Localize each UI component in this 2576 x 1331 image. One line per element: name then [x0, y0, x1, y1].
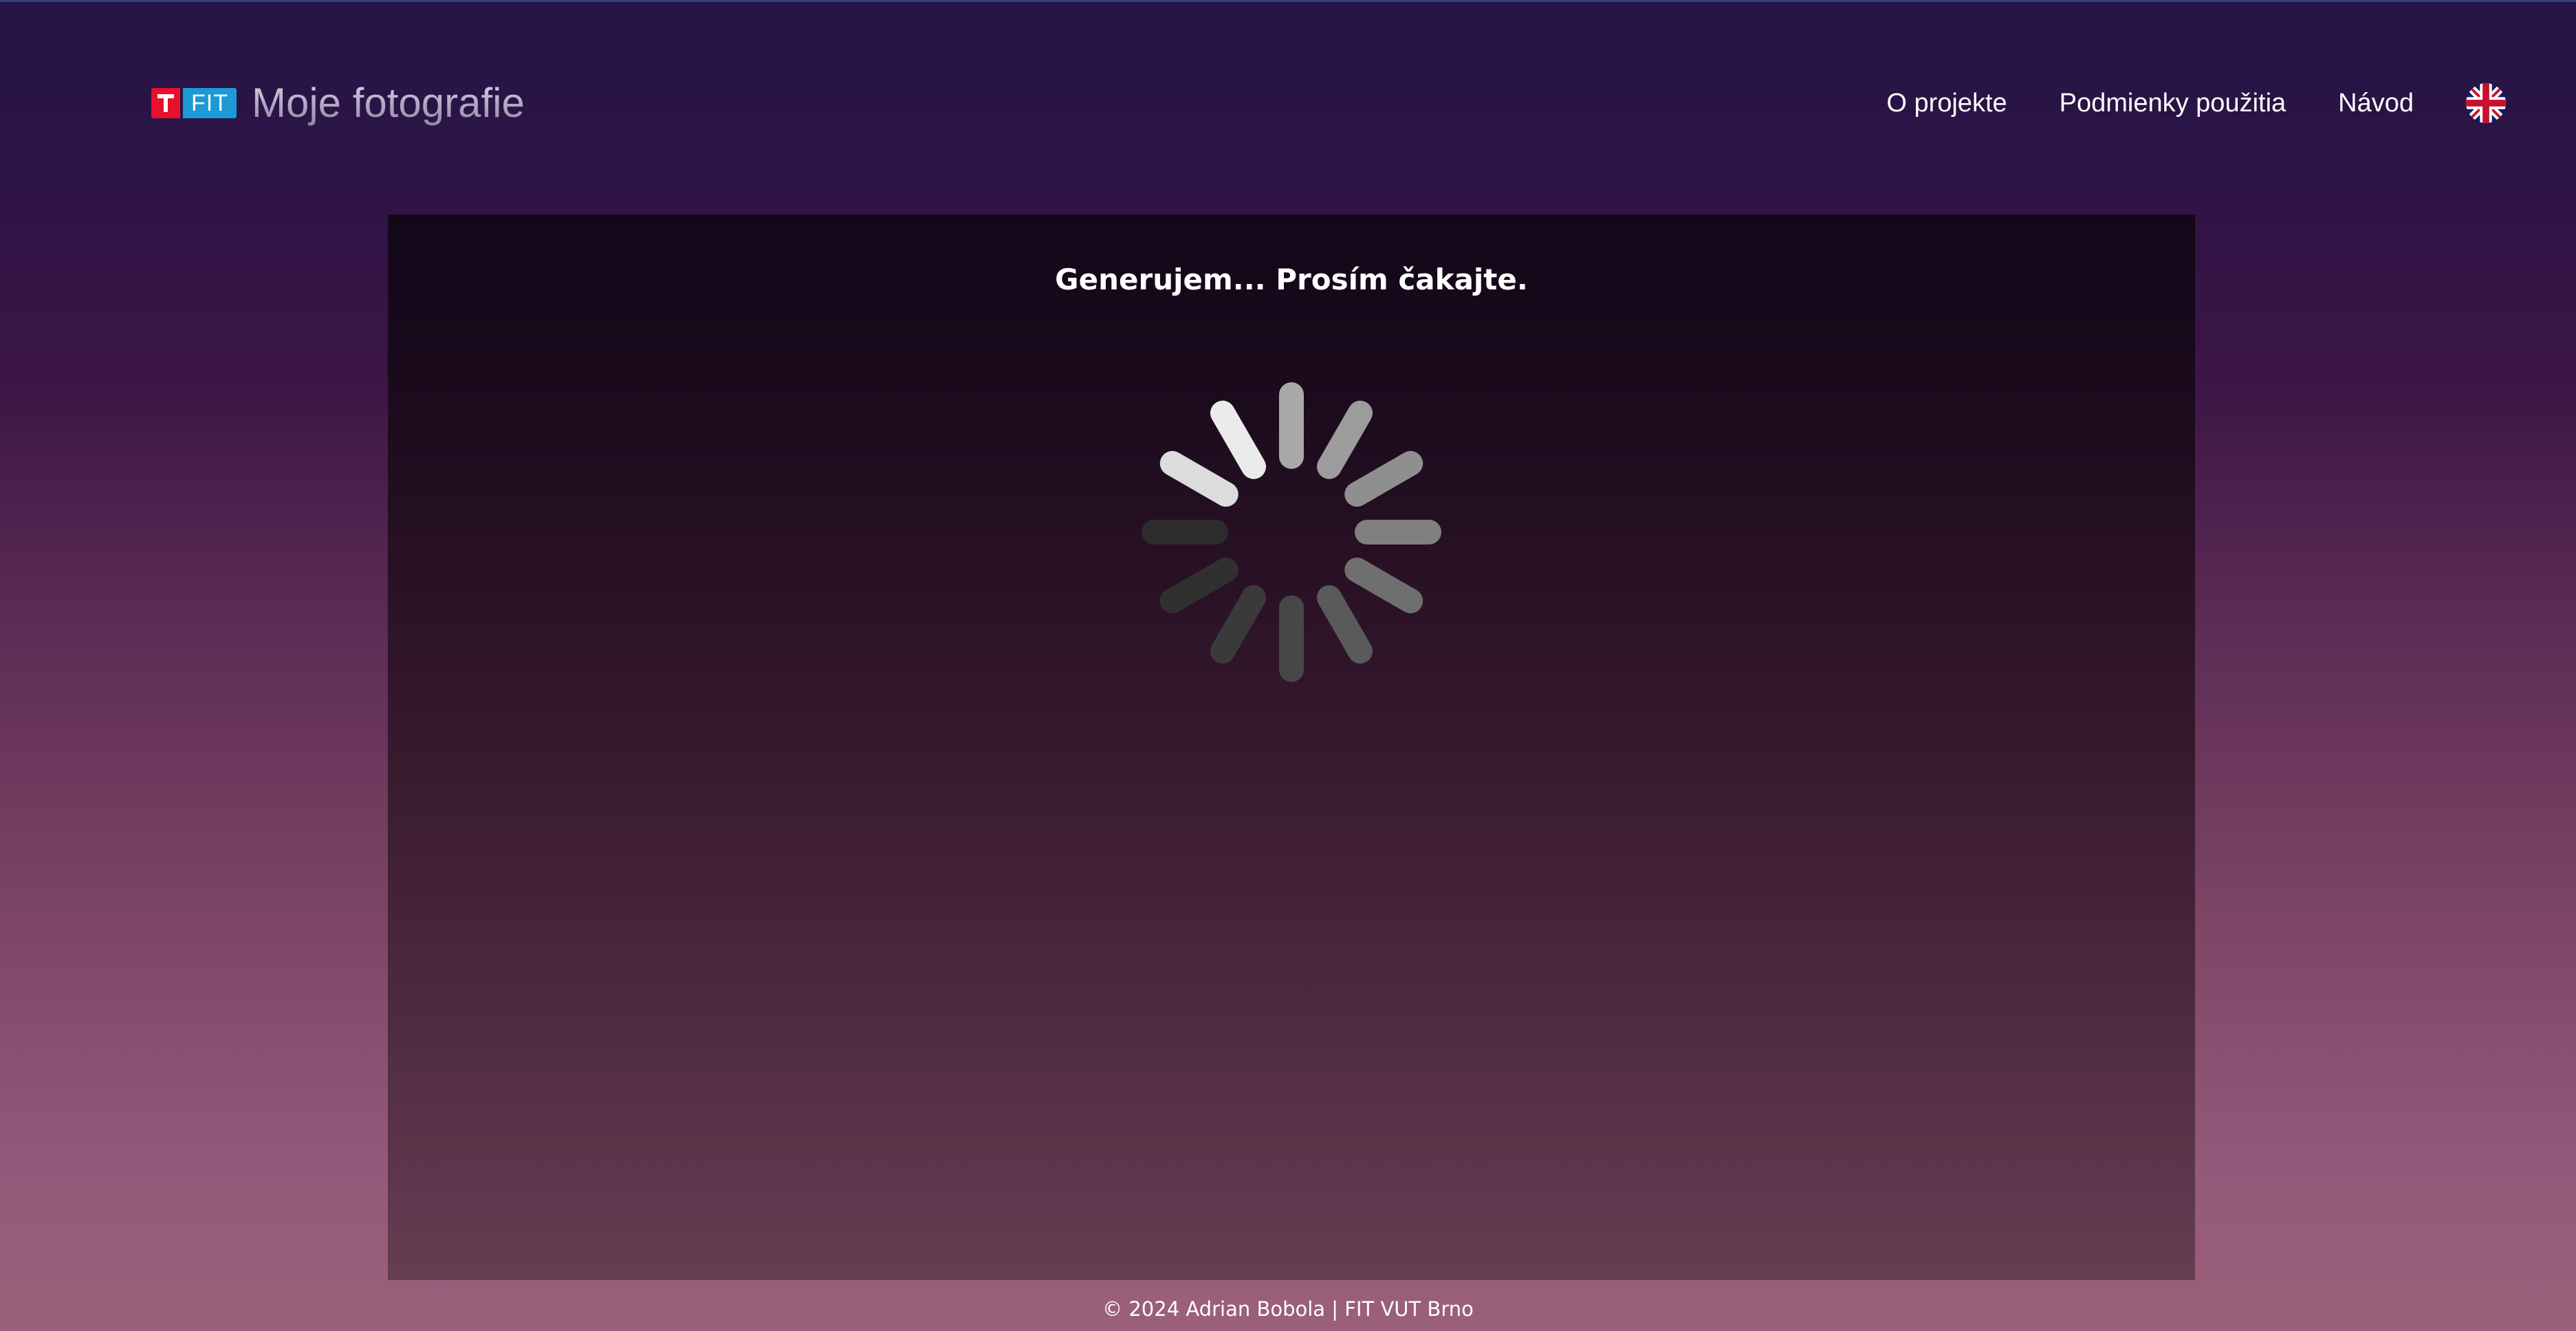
spinner-spoke [1344, 558, 1423, 613]
spinner-spoke [1210, 400, 1266, 479]
spinner-spoke [1210, 585, 1266, 664]
generation-status-text: Generujem... Prosím čakajte. [1055, 263, 1528, 296]
site-footer: © 2024 Adrian Bobola | FIT VUT Brno [1102, 1297, 1474, 1321]
generation-panel: Generujem... Prosím čakajte. [388, 214, 2195, 1280]
spinner-spoke [1317, 400, 1373, 479]
site-header: FIT Moje fotografie O projekte Podmienky… [0, 0, 2576, 206]
spinner-spoke [1344, 451, 1423, 507]
spinner-spoke [1159, 451, 1238, 507]
fit-logo-label: FIT [183, 88, 237, 118]
uk-flag-icon[interactable] [2466, 83, 2506, 123]
vut-t-logo-icon [151, 88, 180, 118]
spinner-spoke [1317, 585, 1373, 664]
fit-logo: FIT [151, 88, 237, 118]
main-navigation: O projekte Podmienky použitia Návod [1886, 76, 2576, 131]
nav-link-about[interactable]: O projekte [1886, 76, 2007, 131]
loading-spinner-icon [1142, 382, 1441, 682]
spinner-spoke [1159, 558, 1238, 613]
nav-link-terms[interactable]: Podmienky použitia [2060, 76, 2286, 131]
nav-link-guide[interactable]: Návod [2338, 76, 2414, 131]
home-brand-link[interactable]: FIT Moje fotografie [151, 76, 525, 131]
site-title: Moje fotografie [252, 76, 525, 131]
